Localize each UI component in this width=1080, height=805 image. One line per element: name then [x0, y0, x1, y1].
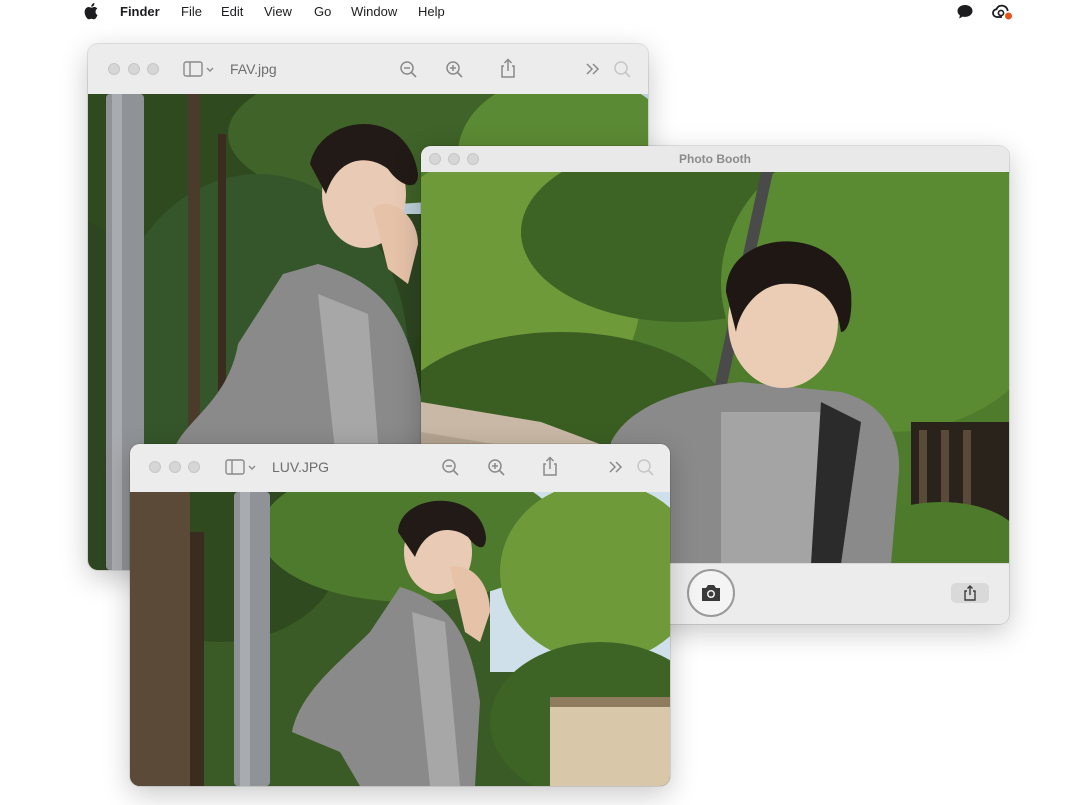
window-toolbar: Photo Booth [421, 146, 1009, 172]
camera-shutter-button[interactable] [687, 569, 735, 617]
zoom-out-icon[interactable] [397, 58, 419, 80]
window-toolbar: FAV.jpg [88, 44, 648, 94]
close-button[interactable] [108, 63, 120, 75]
share-icon[interactable] [539, 455, 561, 477]
menu-bar: Finder File Edit View Go Window Help [0, 0, 1080, 24]
close-button[interactable] [149, 461, 161, 473]
search-icon[interactable] [634, 456, 656, 478]
photo-luv-image [130, 492, 670, 786]
minimize-button[interactable] [169, 461, 181, 473]
menu-app-finder[interactable]: Finder [120, 4, 160, 20]
more-icon[interactable] [582, 58, 604, 80]
creative-cloud-icon[interactable] [991, 3, 1013, 21]
window-title: LUV.JPG [272, 459, 330, 475]
zoom-in-icon[interactable] [443, 58, 465, 80]
menu-file[interactable]: File [181, 4, 202, 20]
apple-logo-icon[interactable] [84, 2, 100, 20]
menu-edit[interactable]: Edit [221, 4, 243, 20]
zoom-out-icon[interactable] [439, 456, 461, 478]
messages-icon[interactable] [956, 3, 974, 21]
sidebar-toggle-icon[interactable] [224, 456, 260, 478]
zoom-button[interactable] [147, 63, 159, 75]
share-button[interactable] [951, 583, 989, 603]
menu-go[interactable]: Go [314, 4, 331, 20]
share-icon[interactable] [497, 57, 519, 79]
menu-view[interactable]: View [264, 4, 292, 20]
search-icon[interactable] [611, 58, 633, 80]
zoom-button[interactable] [188, 461, 200, 473]
more-icon[interactable] [605, 456, 627, 478]
minimize-button[interactable] [128, 63, 140, 75]
menu-help[interactable]: Help [418, 4, 445, 20]
share-icon [964, 585, 976, 601]
camera-icon [702, 585, 720, 601]
window-toolbar: LUV.JPG [130, 444, 670, 492]
window-title: Photo Booth [679, 152, 751, 166]
menu-window[interactable]: Window [351, 4, 397, 20]
window-title: FAV.jpg [230, 61, 277, 77]
preview-window-luv[interactable]: LUV.JPG [130, 444, 670, 786]
sidebar-toggle-icon[interactable] [182, 58, 218, 80]
zoom-in-icon[interactable] [485, 456, 507, 478]
